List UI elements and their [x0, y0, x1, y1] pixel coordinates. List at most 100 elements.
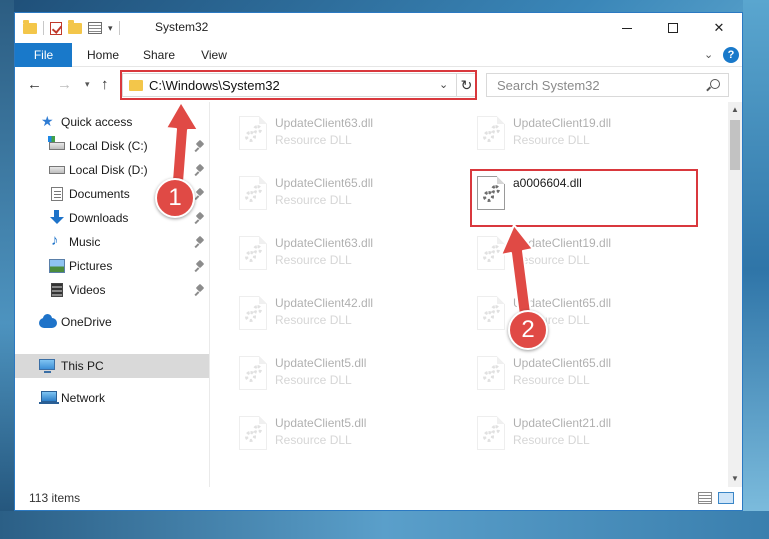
sidebar-item-network[interactable]: Network: [15, 386, 209, 410]
properties-check-icon[interactable]: [50, 21, 62, 35]
up-arrow-icon[interactable]: ↑: [101, 76, 109, 93]
file-item[interactable]: UpdateClient21.dll Resource DLL: [463, 408, 693, 460]
folder-icon: [129, 80, 143, 91]
details-view-icon[interactable]: [698, 492, 712, 504]
step-2-badge: 2: [508, 310, 548, 350]
sidebar-item-music[interactable]: ♪ Music: [15, 230, 209, 254]
scroll-up-arrow-icon[interactable]: ▲: [728, 102, 742, 118]
scroll-down-arrow-icon[interactable]: ▼: [728, 471, 742, 487]
sidebar-item-local-disk-c[interactable]: Local Disk (C:): [15, 134, 209, 158]
title-bar: ▾ System32 ✕: [15, 13, 742, 43]
tab-share[interactable]: Share: [141, 43, 177, 67]
quick-access-toolbar: ▾: [23, 19, 120, 37]
file-item[interactable]: UpdateClient19.dll Resource DLL: [463, 108, 693, 160]
file-name: UpdateClient63.dll: [275, 236, 374, 250]
tab-home[interactable]: Home: [83, 43, 123, 67]
sidebar-item-label: Pictures: [69, 259, 113, 273]
back-arrow-icon[interactable]: ←: [27, 76, 42, 93]
customize-toolbar-caret-icon[interactable]: ▾: [108, 23, 113, 34]
pin-icon[interactable]: [196, 237, 204, 247]
file-name: UpdateClient5.dll: [275, 356, 367, 370]
sidebar-item-label: Videos: [69, 283, 106, 297]
dll-file-icon: [477, 176, 505, 210]
pin-icon[interactable]: [196, 285, 204, 295]
address-path[interactable]: C:\Windows\System32: [149, 78, 280, 93]
pin-icon[interactable]: [196, 261, 204, 271]
search-icon[interactable]: [710, 79, 720, 89]
file-item[interactable]: UpdateClient5.dll Resource DLL: [225, 348, 455, 400]
file-name: UpdateClient19.dll: [513, 116, 612, 130]
file-item[interactable]: UpdateClient5.dll Resource DLL: [225, 408, 455, 460]
dll-file-icon: [239, 236, 267, 270]
new-folder-icon[interactable]: [68, 19, 82, 34]
file-name: UpdateClient42.dll: [275, 296, 374, 310]
file-item[interactable]: UpdateClient65.dll Resource DLL: [463, 348, 693, 400]
pin-icon[interactable]: [196, 189, 204, 199]
file-name: UpdateClient65.dll: [275, 176, 374, 190]
recent-locations-chevron-icon[interactable]: ▾: [85, 79, 90, 90]
folder-icon[interactable]: [23, 19, 37, 34]
item-count: 113 items: [29, 491, 81, 505]
sidebar-item-label: OneDrive: [61, 315, 112, 329]
file-explorer-window: ▾ System32 ✕ File Home Share View ⌄ ? ← …: [14, 12, 743, 511]
file-name: UpdateClient5.dll: [275, 416, 367, 430]
window-title: System32: [155, 20, 209, 34]
drive-icon: [49, 166, 65, 174]
file-item[interactable]: UpdateClient63.dll Resource DLL: [225, 228, 455, 280]
pin-icon[interactable]: [196, 213, 204, 223]
properties-icon[interactable]: [88, 22, 102, 34]
minimize-button[interactable]: [604, 13, 650, 43]
sidebar-item-label: Local Disk (D:): [69, 163, 148, 177]
sidebar-item-pictures[interactable]: Pictures: [15, 254, 209, 278]
help-icon[interactable]: ?: [723, 47, 739, 63]
file-name: UpdateClient65.dll: [513, 356, 612, 370]
close-icon: ✕: [713, 20, 725, 35]
file-item-a0006604[interactable]: a0006604.dll: [463, 168, 693, 220]
file-item[interactable]: UpdateClient65.dll Resource DLL: [225, 168, 455, 220]
dll-file-icon: [477, 296, 505, 330]
sidebar-item-videos[interactable]: Videos: [15, 278, 209, 302]
documents-icon: [51, 187, 63, 201]
dll-file-icon: [477, 416, 505, 450]
status-bar: 113 items: [15, 487, 742, 510]
sidebar-item-this-pc[interactable]: This PC: [15, 354, 209, 378]
close-button[interactable]: ✕: [696, 13, 742, 43]
file-name: UpdateClient63.dll: [275, 116, 374, 130]
network-icon: [39, 391, 59, 404]
refresh-icon[interactable]: ↻: [456, 74, 476, 96]
downloads-icon: [49, 210, 65, 224]
music-icon: ♪: [51, 232, 59, 249]
tab-file[interactable]: File: [15, 43, 72, 67]
search-box[interactable]: Search System32: [486, 73, 729, 97]
vertical-scrollbar[interactable]: ▲ ▼: [728, 102, 742, 487]
address-bar[interactable]: C:\Windows\System32 ⌄ ↻: [122, 73, 476, 97]
file-item[interactable]: UpdateClient63.dll Resource DLL: [225, 108, 455, 160]
ribbon-tabs: File Home Share View ⌄ ?: [15, 43, 742, 67]
search-input[interactable]: Search System32: [497, 78, 600, 93]
file-item[interactable]: UpdateClient19.dll Resource DLL: [463, 228, 693, 280]
desktop-background-left: [0, 0, 14, 539]
tab-view[interactable]: View: [199, 43, 229, 67]
file-item[interactable]: UpdateClient65.dll Resource DLL: [463, 288, 693, 340]
maximize-button[interactable]: [650, 13, 696, 43]
sidebar-item-label: Downloads: [69, 211, 129, 225]
sidebar-item-onedrive[interactable]: OneDrive: [15, 310, 209, 334]
sidebar-item-label: Network: [61, 391, 106, 405]
pin-icon[interactable]: [196, 165, 204, 175]
sidebar-item-quick-access[interactable]: ★ Quick access: [15, 110, 209, 134]
file-type: Resource DLL: [275, 193, 352, 207]
this-pc-icon: [39, 359, 55, 373]
pictures-icon: [49, 259, 65, 273]
file-list: UpdateClient63.dll Resource DLL UpdateCl…: [211, 102, 728, 487]
forward-arrow-icon[interactable]: →: [57, 76, 72, 93]
scroll-thumb[interactable]: [730, 120, 740, 170]
address-dropdown-chevron-icon[interactable]: ⌄: [439, 78, 448, 91]
pin-icon[interactable]: [196, 141, 204, 151]
file-name: UpdateClient65.dll: [513, 296, 612, 310]
file-item[interactable]: UpdateClient42.dll Resource DLL: [225, 288, 455, 340]
large-icons-view-icon[interactable]: [718, 492, 734, 504]
expand-ribbon-chevron-icon[interactable]: ⌄: [704, 48, 713, 61]
file-type: Resource DLL: [275, 253, 352, 267]
star-icon: ★: [41, 113, 54, 129]
toolbar-divider: [43, 21, 44, 35]
